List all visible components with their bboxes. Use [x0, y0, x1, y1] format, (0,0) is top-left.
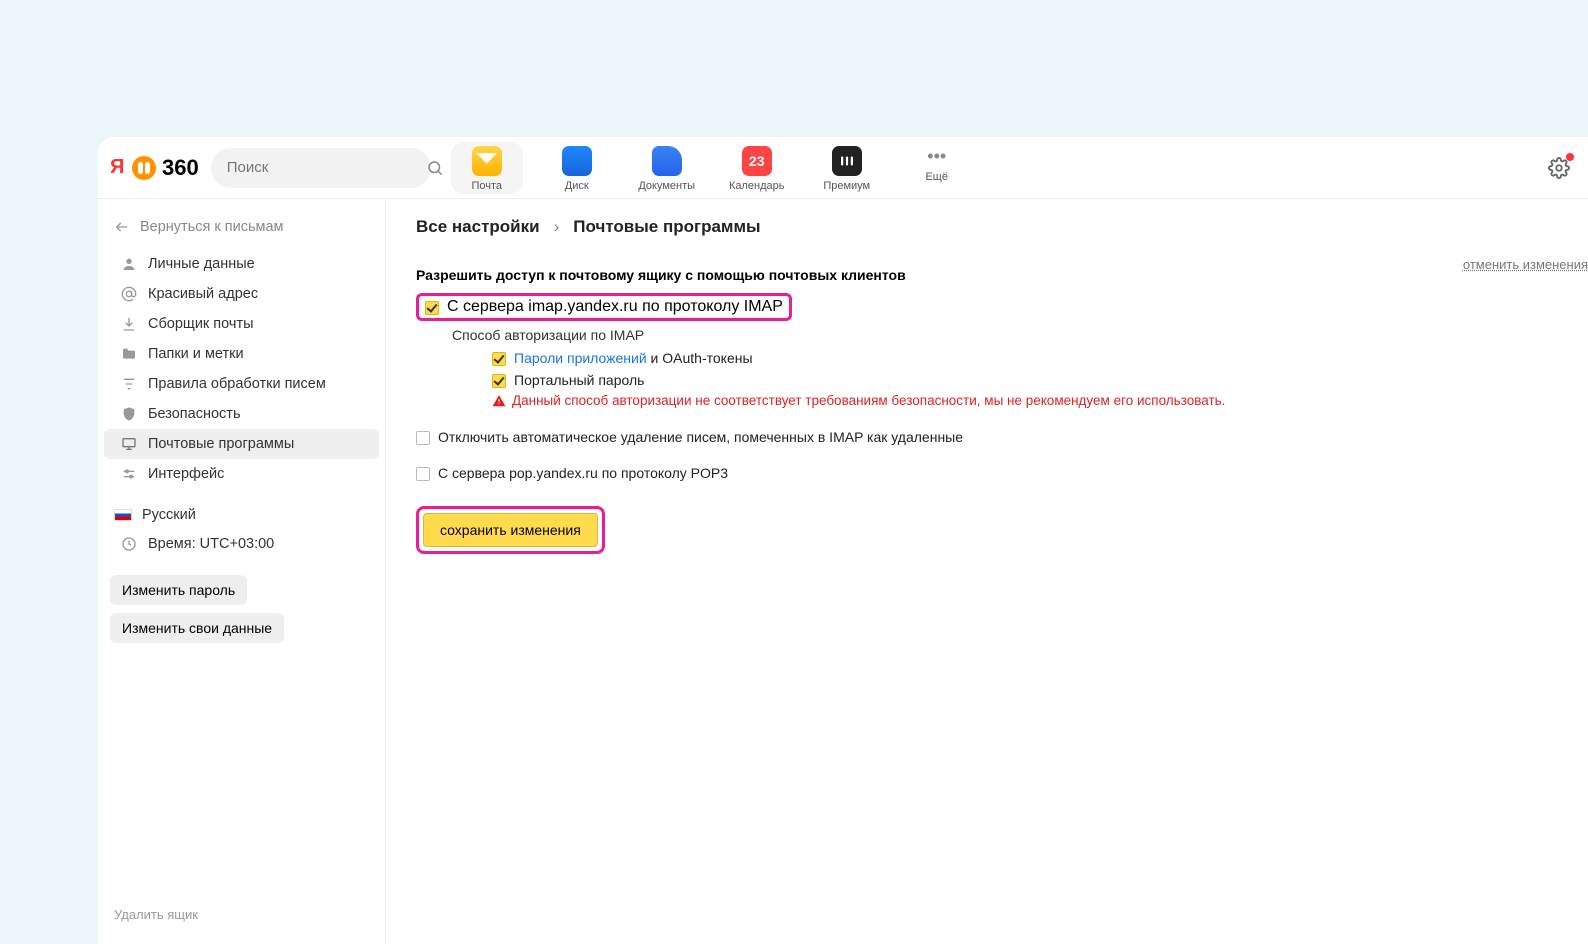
breadcrumb-current: Почтовые программы: [573, 217, 760, 237]
app-passwords-text: Пароли приложений и OAuth-токены: [514, 350, 753, 366]
timezone[interactable]: Время: UTC+03:00: [104, 529, 379, 559]
logo-orb-icon: [132, 156, 156, 180]
app-disk[interactable]: Диск: [541, 142, 613, 194]
portal-password-label: Портальный пароль: [514, 372, 644, 388]
app-premium[interactable]: Премиум: [811, 142, 883, 194]
breadcrumb-root[interactable]: Все настройки: [416, 217, 540, 237]
sidebar-item-rules[interactable]: Правила обработки писем: [104, 369, 379, 399]
sliders-icon: [120, 465, 138, 483]
app-passwords-link[interactable]: Пароли приложений: [514, 350, 647, 366]
timezone-label: Время: UTC+03:00: [148, 536, 274, 552]
logo[interactable]: Я 360: [110, 155, 199, 181]
person-icon: [120, 255, 138, 273]
more-icon: •••: [927, 146, 946, 167]
app-passwords-suffix: и OAuth-токены: [647, 350, 753, 366]
sidebar-item-label: Папки и метки: [148, 346, 244, 362]
settings-button[interactable]: [1542, 151, 1576, 185]
sidebar-item-label: Сборщик почты: [148, 316, 254, 332]
sidebar-item-collector[interactable]: Сборщик почты: [104, 309, 379, 339]
shield-icon: [120, 405, 138, 423]
apps-nav: Почта Диск Документы 23 Календарь Премиу…: [451, 142, 973, 194]
breadcrumb: Все настройки › Почтовые программы: [416, 217, 1558, 237]
sidebar-item-personal[interactable]: Личные данные: [104, 249, 379, 279]
highlight-save: сохранить изменения: [416, 506, 605, 554]
app-docs[interactable]: Документы: [631, 142, 703, 194]
chevron-right-icon: ›: [554, 217, 560, 237]
search-icon[interactable]: [426, 159, 444, 177]
disable-autodelete-label: Отключить автоматическое удаление писем,…: [438, 429, 963, 445]
app-disk-label: Диск: [565, 180, 589, 192]
logo-text: 360: [162, 155, 199, 181]
at-icon: [120, 285, 138, 303]
sidebar-item-folders[interactable]: Папки и метки: [104, 339, 379, 369]
imap-label: С сервера imap.yandex.ru по протоколу IM…: [447, 298, 783, 316]
disk-icon: [562, 146, 592, 176]
sidebar-item-mail-clients[interactable]: Почтовые программы: [104, 429, 379, 459]
app-calendar[interactable]: 23 Календарь: [721, 142, 793, 194]
checkbox-app-passwords[interactable]: [492, 352, 506, 366]
checkbox-disable-autodelete[interactable]: [416, 431, 430, 445]
warning-icon: [492, 394, 506, 408]
app-more-label: Ещё: [925, 171, 948, 183]
app-docs-label: Документы: [638, 180, 695, 192]
app-more[interactable]: ••• Ещё: [901, 142, 973, 185]
warning-label: Данный способ авторизации не соответству…: [512, 393, 1225, 408]
calendar-icon: 23: [742, 146, 772, 176]
sidebar-item-interface[interactable]: Интерфейс: [104, 459, 379, 489]
language-selector[interactable]: Русский: [98, 501, 385, 529]
arrow-left-icon: [114, 219, 130, 235]
premium-icon: [832, 146, 862, 176]
flag-ru-icon: [114, 509, 132, 521]
sidebar-item-label: Безопасность: [148, 406, 241, 422]
sidebar-item-label: Красивый адрес: [148, 286, 258, 302]
back-to-mail[interactable]: Вернуться к письмам: [98, 211, 385, 249]
checkbox-imap[interactable]: [425, 301, 439, 315]
mail-icon: [472, 146, 502, 176]
search-input-wrap[interactable]: [211, 148, 431, 188]
checkbox-portal-password[interactable]: [492, 374, 506, 388]
pop3-label: С сервера pop.yandex.ru по протоколу POP…: [438, 465, 728, 481]
search-input[interactable]: [227, 159, 426, 176]
sidebar-item-label: Почтовые программы: [148, 436, 294, 452]
sidebar-item-pretty-address[interactable]: Красивый адрес: [104, 279, 379, 309]
auth-method-title: Способ авторизации по IMAP: [452, 327, 1558, 343]
highlight-imap: С сервера imap.yandex.ru по протоколу IM…: [416, 293, 792, 321]
clock-icon: [120, 535, 138, 553]
delete-mailbox-link[interactable]: Удалить ящик: [98, 897, 385, 932]
sidebar-item-label: Личные данные: [148, 256, 255, 272]
change-password-button[interactable]: Изменить пароль: [110, 575, 247, 605]
sidebar: Вернуться к письмам Личные данные Красив…: [98, 199, 386, 944]
change-data-button[interactable]: Изменить свои данные: [110, 613, 284, 643]
sidebar-item-security[interactable]: Безопасность: [104, 399, 379, 429]
app-mail[interactable]: Почта: [451, 142, 523, 194]
topbar: Я 360 Почта Диск Документы 23: [98, 137, 1588, 199]
app-calendar-label: Календарь: [729, 180, 785, 192]
logo-ya-icon: Я: [110, 156, 130, 180]
folder-icon: [120, 345, 138, 363]
filter-icon: [120, 375, 138, 393]
back-label: Вернуться к письмам: [140, 219, 284, 235]
main-content: Все настройки › Почтовые программы отмен…: [386, 199, 1588, 944]
warning-text: Данный способ авторизации не соответству…: [492, 393, 1558, 408]
notification-dot-icon: [1566, 153, 1574, 161]
monitor-icon: [120, 435, 138, 453]
sidebar-item-label: Правила обработки писем: [148, 376, 326, 392]
app-premium-label: Премиум: [823, 180, 870, 192]
sidebar-item-label: Интерфейс: [148, 466, 224, 482]
docs-icon: [652, 146, 682, 176]
checkbox-pop3[interactable]: [416, 467, 430, 481]
section-title: Разрешить доступ к почтовому ящику с пом…: [416, 267, 1558, 283]
language-label: Русский: [142, 507, 196, 523]
save-button[interactable]: сохранить изменения: [423, 513, 598, 547]
download-icon: [120, 315, 138, 333]
undo-link[interactable]: отменить изменения: [1463, 257, 1588, 272]
app-mail-label: Почта: [471, 180, 502, 192]
